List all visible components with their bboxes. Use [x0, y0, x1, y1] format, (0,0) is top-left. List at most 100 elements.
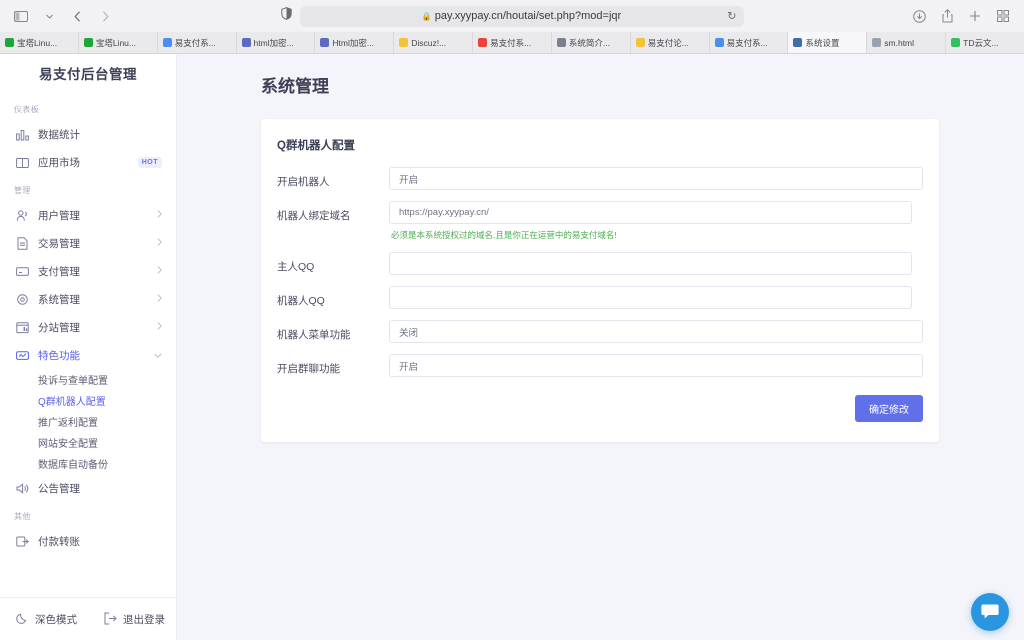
form-row: 开启机器人 — [277, 167, 923, 190]
speaker-icon — [16, 482, 32, 495]
tab-favicon-icon — [951, 38, 960, 47]
sidebar-section-title: 其他 — [0, 502, 176, 527]
sidebar-item-label: 支付管理 — [32, 264, 157, 279]
sidebar-item[interactable]: 系统管理 — [0, 285, 176, 313]
new-tab-icon[interactable] — [962, 5, 988, 27]
form-input[interactable] — [389, 201, 912, 224]
tab-label: 系统简介... — [569, 37, 610, 49]
forward-button[interactable] — [92, 5, 118, 27]
sidebar-item-label: 公告管理 — [32, 481, 162, 496]
browser-tab[interactable]: 易支付系... — [473, 32, 552, 53]
config-form: 开启机器人机器人绑定域名必须是本系统授权过的域名,且是你正在运营中的易支付域名!… — [277, 167, 923, 377]
tab-label: 宝塔Linu... — [96, 37, 136, 49]
browser-tab[interactable]: 易支付论... — [631, 32, 710, 53]
submit-button[interactable]: 确定修改 — [855, 395, 923, 422]
share-icon[interactable] — [934, 5, 960, 27]
browser-tab[interactable]: TD云文... — [946, 32, 1024, 53]
users-icon — [16, 209, 32, 222]
browser-tab[interactable]: 系统简介... — [552, 32, 631, 53]
form-control — [389, 167, 923, 190]
form-input[interactable] — [389, 320, 923, 343]
url-input[interactable]: 🔒 pay.xyypay.cn/houtai/set.php?mod=jqr ↻ — [300, 6, 744, 27]
tab-label: TD云文... — [963, 37, 998, 49]
sidebar-item[interactable]: 用户管理 — [0, 201, 176, 229]
sites-icon — [16, 321, 32, 334]
browser-tab[interactable]: 系统设置 — [788, 32, 867, 53]
tab-favicon-icon — [478, 38, 487, 47]
browser-chrome: 🔒 pay.xyypay.cn/houtai/set.php?mod=jqr ↻… — [0, 0, 1024, 54]
sidebar-item[interactable]: 公告管理 — [0, 474, 176, 502]
form-row: 开启群聊功能 — [277, 354, 923, 377]
reload-icon[interactable]: ↻ — [727, 10, 736, 23]
sidebar-subitem[interactable]: 网站安全配置 — [0, 432, 176, 453]
chat-bubble-icon[interactable] — [971, 593, 1009, 631]
dark-mode-button[interactable]: 深色模式 — [0, 612, 88, 628]
browser-tab[interactable]: html加密... — [237, 32, 316, 53]
star-icon — [16, 349, 32, 362]
sidebar-subitem[interactable]: 推广返利配置 — [0, 411, 176, 432]
tab-favicon-icon — [557, 38, 566, 47]
form-input[interactable] — [389, 167, 923, 190]
moon-icon — [16, 612, 29, 628]
browser-tab[interactable]: 宝塔Linu... — [0, 32, 79, 53]
tab-favicon-icon — [5, 38, 14, 47]
sidebar-item[interactable]: 特色功能 — [0, 341, 176, 369]
back-button[interactable] — [64, 5, 90, 27]
tab-label: 易支付系... — [175, 37, 216, 49]
browser-tab[interactable]: Discuz!... — [394, 32, 473, 53]
form-input[interactable] — [389, 252, 912, 275]
form-row: 机器人QQ — [277, 286, 923, 309]
sidebar-item[interactable]: 付款转账 — [0, 527, 176, 555]
sidebar-footer: 深色模式 退出登录 — [0, 597, 176, 640]
tab-favicon-icon — [84, 38, 93, 47]
sidebar-item[interactable]: 数据统计 — [0, 120, 176, 148]
sidebar-item[interactable]: 支付管理 — [0, 257, 176, 285]
sidebar-subitem[interactable]: 投诉与查单配置 — [0, 369, 176, 390]
chevron-right-icon — [157, 294, 162, 304]
form-input[interactable] — [389, 354, 923, 377]
form-control — [389, 286, 923, 309]
downloads-icon[interactable] — [906, 5, 932, 27]
browser-tab[interactable]: 易支付系... — [710, 32, 789, 53]
sidebar-section-title: 管理 — [0, 176, 176, 201]
tab-favicon-icon — [793, 38, 802, 47]
sidebar-item[interactable]: 应用市场HOT — [0, 148, 176, 176]
gear-icon — [16, 293, 32, 306]
form-input[interactable] — [389, 286, 912, 309]
form-label: 机器人绑定域名 — [277, 201, 389, 223]
form-row: 主人QQ — [277, 252, 923, 275]
logout-button[interactable]: 退出登录 — [88, 612, 176, 628]
form-row: 机器人菜单功能 — [277, 320, 923, 343]
privacy-shield-icon[interactable] — [281, 7, 292, 25]
browser-tab[interactable]: sm.html — [867, 32, 946, 53]
logout-icon — [104, 612, 117, 628]
tab-favicon-icon — [872, 38, 881, 47]
sidebar-item[interactable]: 分站管理 — [0, 313, 176, 341]
url-text: pay.xyypay.cn/houtai/set.php?mod=jqr — [435, 10, 621, 22]
sidebar-subitem[interactable]: 数据库自动备份 — [0, 453, 176, 474]
form-help-text: 必须是本系统授权过的域名,且是你正在运营中的易支付域名! — [389, 229, 923, 241]
sidebar-toggle-icon[interactable] — [8, 5, 34, 27]
form-label: 开启机器人 — [277, 167, 389, 189]
tab-overview-icon[interactable] — [990, 5, 1016, 27]
chevron-right-icon — [157, 266, 162, 276]
sidebar-section-title: 仪表板 — [0, 95, 176, 120]
sidebar-item[interactable]: 交易管理 — [0, 229, 176, 257]
form-label: 机器人菜单功能 — [277, 320, 389, 342]
sidebar-subitem[interactable]: Q群机器人配置 — [0, 390, 176, 411]
browser-tab[interactable]: Html加密... — [315, 32, 394, 53]
tab-favicon-icon — [163, 38, 172, 47]
card-icon — [16, 265, 32, 278]
sidebar-item-label: 应用市场 — [32, 155, 138, 170]
tab-label: 易支付论... — [648, 37, 689, 49]
form-label: 开启群聊功能 — [277, 354, 389, 376]
brand-title: 易支付后台管理 — [0, 54, 176, 91]
browser-tab[interactable]: 宝塔Linu... — [79, 32, 158, 53]
sidebar-item-label: 数据统计 — [32, 127, 162, 142]
chevron-down-icon[interactable] — [36, 5, 62, 27]
file-icon — [16, 237, 32, 250]
tab-label: 系统设置 — [805, 37, 839, 49]
form-control — [389, 252, 923, 275]
browser-tab[interactable]: 易支付系... — [158, 32, 237, 53]
chart-icon — [16, 128, 32, 141]
